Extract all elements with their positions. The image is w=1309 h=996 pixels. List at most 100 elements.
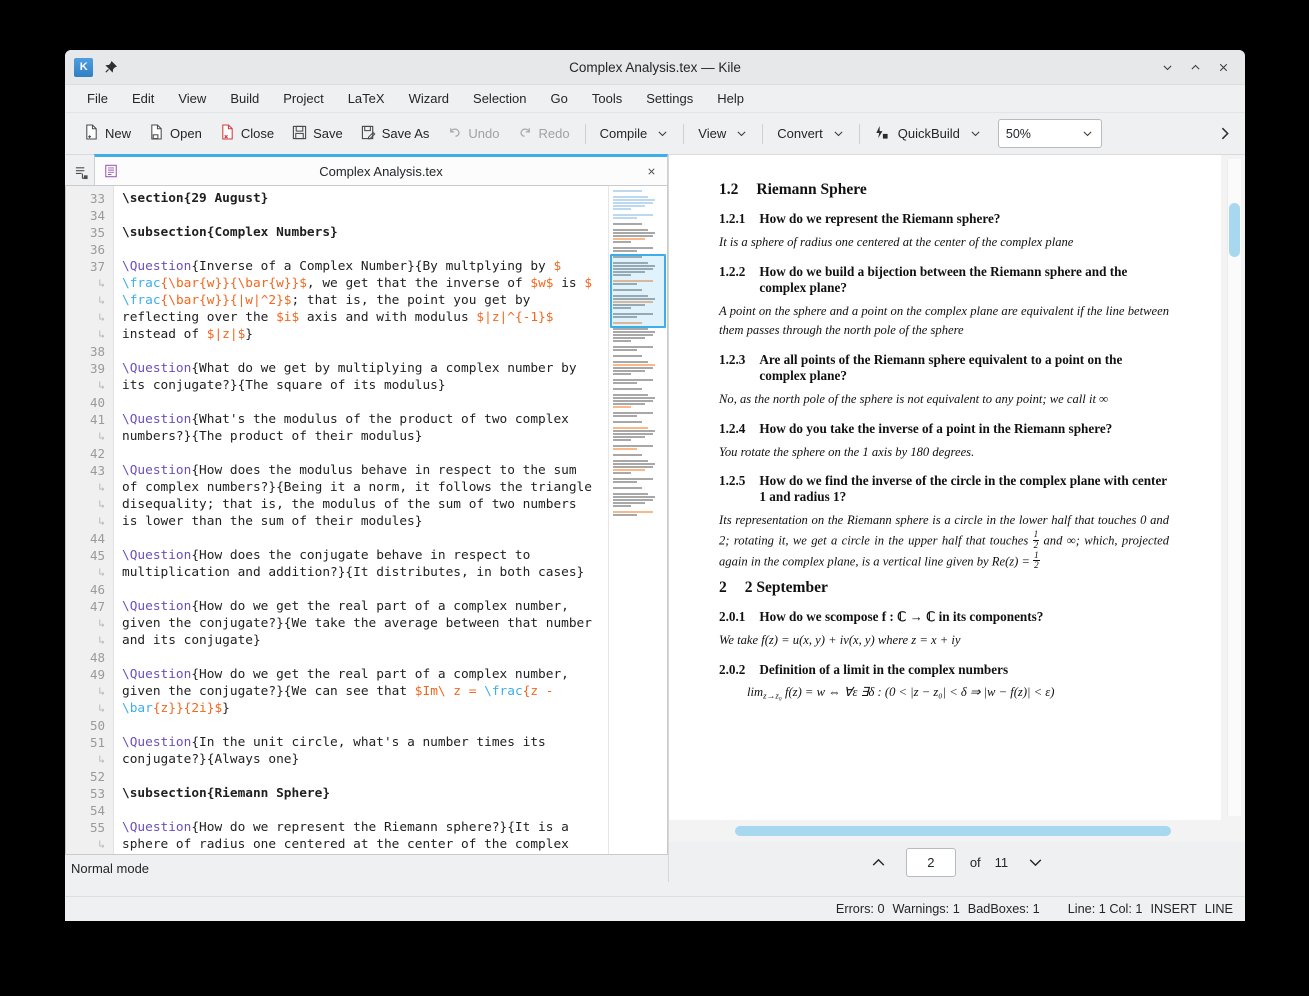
window-title: Complex Analysis.tex — Kile (569, 59, 741, 75)
redo-button[interactable]: Redo (509, 120, 579, 148)
pdf-pane: 1.2 Riemann Sphere 1.2.1 How do we represen… (668, 155, 1245, 882)
minimap-line (613, 187, 667, 189)
badboxes-count: BadBoxes: 1 (967, 902, 1040, 916)
minimap-line (613, 208, 631, 210)
subsection-number: 2.0.2 (719, 661, 746, 677)
convert-dropdown[interactable]: Convert (769, 121, 853, 146)
menu-go[interactable]: Go (539, 87, 580, 110)
pdf-vertical-scrollbar[interactable] (1227, 159, 1241, 816)
tab-complex-analysis[interactable]: Complex Analysis.tex (94, 154, 668, 185)
minimap-line (613, 493, 648, 495)
close-icon[interactable] (643, 166, 659, 177)
code-token: numbers?}{The product of their modulus} (122, 429, 423, 444)
new-button[interactable]: New (75, 119, 140, 148)
code-token: $i$ (276, 310, 300, 325)
menu-file[interactable]: File (75, 87, 120, 110)
close-button[interactable] (1209, 54, 1237, 80)
section-number: 1.2 (719, 181, 739, 198)
menu-view[interactable]: View (166, 87, 218, 110)
close-file-button[interactable]: Close (211, 119, 283, 148)
pdf-subsection-heading: 1.2.4 How do you take the inverse of a po… (719, 421, 1169, 437)
code-line: \Question{What do we get by multiplying … (122, 360, 608, 377)
code-token: \subsection{Riemann Sphere} (122, 786, 331, 801)
menu-latex[interactable]: LaTeX (336, 87, 397, 110)
subsection-number: 1.2.2 (719, 263, 746, 279)
previous-page-button[interactable] (866, 849, 892, 875)
code-token: {In the unit circle, what's a number tim… (191, 735, 546, 750)
code-token: {z - (522, 684, 554, 699)
minimap-line (613, 466, 653, 468)
code-token: , we get that the inverse of (306, 276, 531, 291)
save-button[interactable]: Save (283, 120, 352, 148)
code-line: \Question{How do we get the real part of… (122, 598, 608, 615)
compile-dropdown[interactable]: Compile (592, 121, 678, 146)
line-number: 43 (89, 463, 105, 478)
save-as-button[interactable]: Save As (352, 120, 439, 148)
code-line: instead of $|z|$} (122, 326, 608, 343)
minimap-line (613, 439, 631, 441)
minimap-line (613, 226, 667, 228)
menu-help[interactable]: Help (705, 87, 756, 110)
menu-build[interactable]: Build (218, 87, 271, 110)
minimap-line (613, 376, 667, 378)
view-dropdown[interactable]: View (690, 121, 756, 146)
menu-wizard[interactable]: Wizard (397, 87, 461, 110)
editor-mode-status: Normal mode (65, 855, 668, 882)
text-editor[interactable]: 33 34 35 36 37 ↳ ↳ ↳ ↳ 38 39 ↳ 40 41 ↳ 42 43 ↳ ↳ ↳ 44 45 ↳ 46 47… (65, 185, 668, 855)
pdf-horizontal-scrollbar[interactable] (668, 820, 1245, 842)
menu-settings[interactable]: Settings (634, 87, 705, 110)
minimap-line (613, 487, 642, 489)
minimap-line (613, 400, 653, 402)
minimap-viewport[interactable] (610, 254, 666, 328)
menu-project[interactable]: Project (271, 87, 335, 110)
pdf-viewport[interactable]: 1.2 Riemann Sphere 1.2.1 How do we represen… (668, 155, 1245, 820)
minimap-line (613, 328, 648, 330)
open-button[interactable]: Open (140, 119, 211, 148)
menu-tools[interactable]: Tools (580, 87, 634, 110)
minimap-line (613, 391, 667, 393)
code-text[interactable]: \section{29 August} \subsection{Complex … (114, 186, 608, 854)
subsection-title: Are all points of the Riemann sphere equ… (759, 351, 1123, 383)
zoom-select[interactable]: 50% (997, 119, 1102, 148)
code-line: \frac{\bar{w}}{|w|^2}$; that is, the poi… (122, 292, 608, 309)
minimap-line (613, 472, 631, 474)
wrap-marker: ↳ (98, 430, 105, 443)
minimap-line (613, 244, 667, 246)
pdf-answer: We take f(z) = u(x, y) + iv(x, y) where … (719, 632, 961, 647)
code-token: \Question (122, 667, 192, 682)
window-controls (1153, 54, 1245, 80)
code-token: \Question (122, 463, 192, 478)
toolbar-overflow-button[interactable] (1216, 125, 1239, 142)
title-bar: K Complex Analysis.tex — Kile (65, 50, 1245, 85)
menu-selection[interactable]: Selection (461, 87, 538, 110)
pdf-subsection-heading: 2.0.2 Definition of a limit in the comple… (719, 662, 1169, 678)
undo-button[interactable]: Undo (438, 120, 508, 148)
wrap-marker: ↳ (98, 481, 105, 494)
pdf-hscroll-thumb[interactable] (735, 826, 1171, 836)
code-line: \frac{\bar{w}}{\bar{w}}$, we get that th… (122, 275, 608, 292)
quickbuild-dropdown[interactable]: QuickBuild (866, 120, 990, 148)
pdf-section-heading: 2 2 September (719, 579, 1169, 597)
code-token: \bar (122, 701, 153, 716)
pdf-vscroll-thumb[interactable] (1229, 203, 1240, 257)
pin-icon[interactable] (102, 59, 118, 75)
line-number: 37 (89, 259, 105, 274)
redo-label: Redo (538, 126, 570, 141)
line-number: 55 (89, 820, 105, 835)
minimap-line (613, 430, 655, 432)
wrap-marker: ↳ (98, 515, 105, 528)
minimap-line (613, 394, 648, 396)
structure-view-icon[interactable] (68, 159, 94, 185)
toolbar-separator-2 (683, 123, 685, 144)
menu-edit[interactable]: Edit (120, 87, 166, 110)
quickbuild-icon (874, 125, 889, 143)
page-number-input[interactable]: 2 (905, 847, 956, 877)
convert-label: Convert (777, 126, 823, 141)
next-page-button[interactable] (1022, 849, 1048, 875)
minimize-button[interactable] (1153, 54, 1181, 80)
chevron-down-icon (656, 127, 669, 140)
minimap[interactable] (608, 186, 667, 854)
maximize-button[interactable] (1181, 54, 1209, 80)
